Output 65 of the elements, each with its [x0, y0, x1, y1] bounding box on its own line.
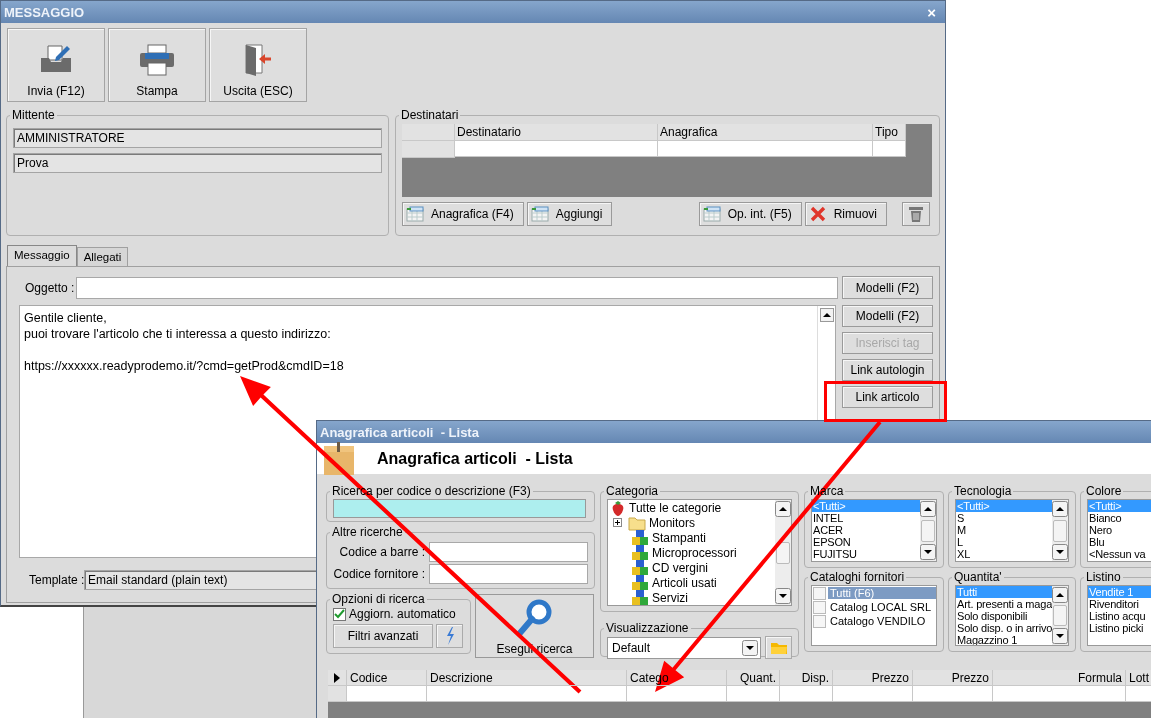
message-text: Gentile cliente, puoi trovare l'articolo che ti interessa a questo indirizzo: — [24, 310, 332, 342]
field-label: Template : — [28, 573, 84, 587]
tree-item[interactable]: Monitors — [649, 515, 695, 530]
group-title: Tecnologia — [953, 484, 1013, 498]
checkbox-label: Aggiorn. automatico — [349, 607, 456, 621]
column-header: Anagrafica — [658, 124, 873, 141]
tree-item[interactable]: Servizi — [652, 590, 688, 605]
search-button[interactable]: Esegui ricerca — [475, 594, 594, 658]
group-title: Opzioni di ricerca — [331, 592, 426, 606]
group-title: Visualizzazione — [605, 621, 690, 635]
side-button[interactable]: Link autologin — [842, 359, 933, 381]
tree-item[interactable]: Microprocessori — [652, 545, 737, 560]
tree-item[interactable]: Articoli usati — [652, 575, 717, 590]
action-button[interactable]: Anagrafica (F4) — [402, 202, 524, 226]
list-item[interactable]: S — [956, 512, 1052, 524]
list-item[interactable]: Bianco — [1088, 512, 1151, 524]
templates-button[interactable]: Modelli (F2) — [842, 276, 933, 299]
group-title: Quantita' — [953, 570, 1003, 584]
field-label: Codice fornitore : — [333, 567, 426, 581]
filters-button[interactable]: Filtri avanzati — [333, 624, 433, 648]
tree-item[interactable]: Stampanti — [652, 530, 707, 545]
list-item[interactable]: Catalogo VENDILO — [828, 615, 936, 627]
list-item[interactable]: Rivenditori — [1088, 598, 1151, 610]
window-heading: Anagrafica articoli - Lista — [377, 449, 573, 468]
list-item[interactable]: <Nessun va — [1088, 548, 1151, 560]
tab[interactable]: Messaggio — [7, 245, 77, 266]
list-item[interactable]: Solo disp. o in arrivo — [956, 622, 1052, 634]
list-item[interactable]: Art. presenti a maga — [956, 598, 1052, 610]
list-item[interactable]: XL — [956, 548, 1052, 560]
list-item[interactable]: Catalog LOCAL SRL — [828, 601, 936, 613]
action-button[interactable]: Rimuovi — [804, 202, 887, 226]
list-item[interactable]: Listino picki — [1088, 622, 1151, 634]
group-title: Destinatari — [400, 108, 460, 122]
toolbar-button[interactable]: Stampa — [108, 28, 206, 102]
tree-item[interactable]: CD vergini — [652, 560, 708, 575]
group-title: Categoria — [605, 484, 660, 498]
window-title: MESSAGGIO — [4, 4, 85, 20]
list-item[interactable]: Listino acqu — [1088, 610, 1151, 622]
list-item[interactable]: M — [956, 524, 1052, 536]
read-only-field: Prova — [13, 153, 382, 173]
field-label: Oggetto : — [24, 280, 76, 295]
field-label: Codice a barre : — [338, 545, 426, 559]
group-title: Colore — [1085, 484, 1123, 498]
list-item[interactable]: Blu — [1088, 536, 1151, 548]
list-item[interactable]: Nero — [1088, 524, 1151, 536]
column-header: Destinatario — [455, 124, 658, 141]
side-button[interactable]: Modelli (F2) — [842, 305, 933, 327]
message-text: https://xxxxxx.readyprodemo.it/?cmd=getProd&cmdID=18 — [24, 358, 345, 374]
tree-item[interactable]: Tutte le categorie — [629, 500, 722, 515]
window-title: Anagrafica articoli - Lista — [320, 424, 479, 440]
column-header: Tipo — [873, 124, 906, 141]
group-title: Cataloghi fornitori — [809, 570, 906, 584]
toolbar-button[interactable]: Uscita (ESC) — [209, 28, 307, 102]
group-title: Altre ricerche — [331, 525, 404, 539]
view-dropdown[interactable]: Default — [607, 636, 762, 659]
action-button[interactable]: Aggiungi — [526, 202, 613, 226]
list-item[interactable]: Solo disponibili — [956, 610, 1052, 622]
read-only-field: AMMINISTRATORE — [13, 128, 382, 148]
list-item[interactable]: L — [956, 536, 1052, 548]
side-button[interactable]: Link articolo — [842, 386, 933, 408]
group-title: Mittente — [11, 108, 56, 122]
tab[interactable]: Allegati — [76, 247, 129, 266]
toolbar-button[interactable]: Invia (F12) — [7, 28, 105, 102]
group-title: Listino — [1085, 570, 1122, 584]
action-button[interactable]: Op. int. (F5) — [698, 202, 802, 226]
